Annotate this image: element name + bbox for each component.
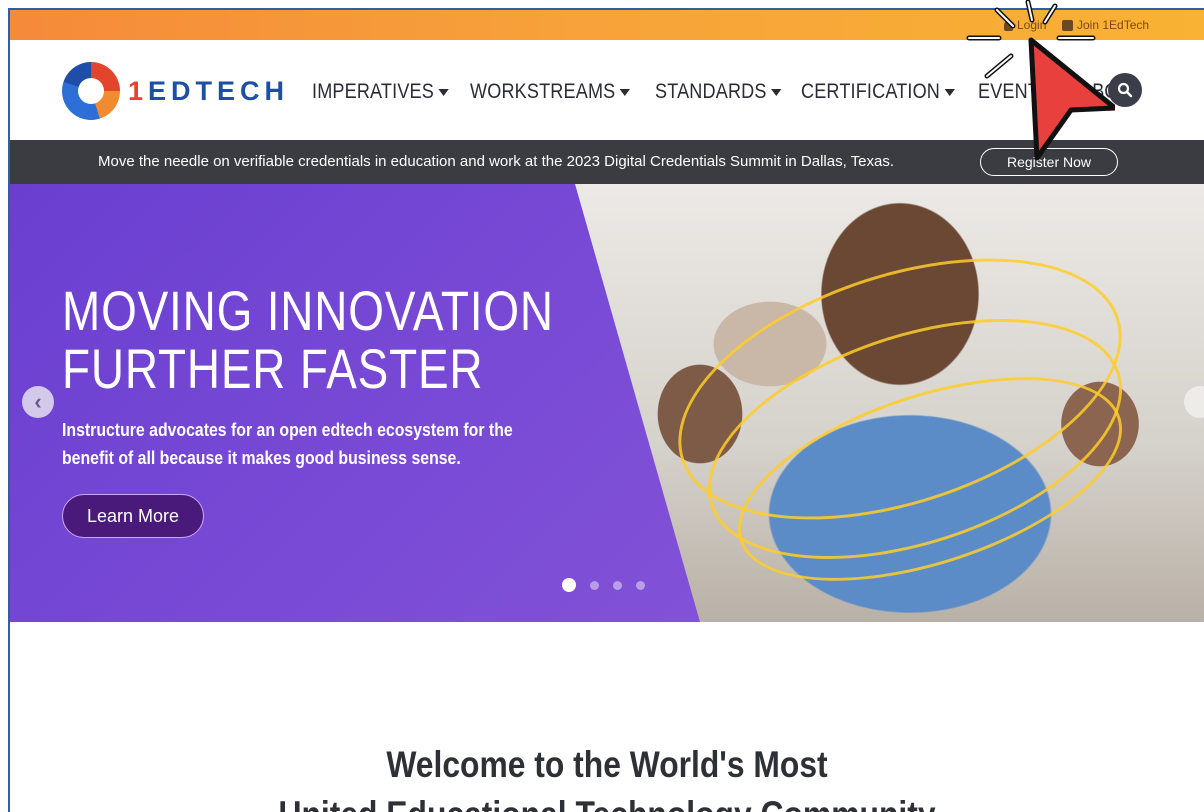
join-link[interactable]: Join 1EdTech — [1062, 18, 1149, 32]
hero-title-line2: FURTHER FASTER — [62, 337, 484, 400]
welcome-line1: Welcome to the World's Most — [386, 744, 828, 785]
search-icon — [1117, 82, 1133, 98]
person-icon — [1004, 19, 1013, 31]
carousel-dot-3[interactable] — [613, 580, 622, 590]
carousel-dots — [562, 578, 645, 592]
carousel-dot-1[interactable] — [562, 578, 576, 592]
logo-wordmark: 1 EDTECH — [128, 76, 289, 107]
join-label: Join 1EdTech — [1077, 18, 1150, 32]
nav-label: WORKSTREAMS — [469, 80, 616, 103]
logo-mark-icon — [62, 62, 120, 120]
nav-events[interactable]: EVENTS — [978, 80, 1067, 104]
welcome-heading: Welcome to the World's Most United Educa… — [94, 740, 1121, 812]
nav-label: CERTIFICATION — [800, 80, 940, 103]
hero-subtitle: Instructure advocates for an open edtech… — [62, 420, 513, 468]
nav-label: STANDARDS — [654, 80, 767, 103]
register-now-button[interactable]: Register Now — [980, 148, 1118, 176]
nav-label: IMPERATIVES — [312, 80, 434, 103]
learn-more-button[interactable]: Learn More — [62, 494, 204, 538]
welcome-line2: United Educational Technology Community — [94, 790, 1121, 812]
caret-down-icon — [619, 88, 630, 96]
nav-imperatives[interactable]: IMPERATIVES — [312, 80, 449, 104]
carousel-prev-button[interactable]: ‹ — [22, 386, 54, 418]
caret-down-icon — [943, 88, 955, 96]
hero-title-line1: MOVING INNOVATION — [62, 279, 554, 342]
caret-down-icon — [1055, 88, 1067, 96]
carousel-dot-4[interactable] — [636, 580, 645, 590]
nav-label: EVENTS — [978, 80, 1052, 103]
announcement-bar: Move the needle on verifiable credential… — [10, 140, 1204, 184]
search-button[interactable] — [1108, 73, 1142, 107]
page-frame: Login Join 1EdTech 1 EDTECH IMPERATIVES W… — [8, 8, 1204, 812]
hero-title: MOVING INNOVATION FURTHER FASTER — [62, 279, 554, 400]
logo[interactable]: 1 EDTECH — [62, 62, 289, 120]
caret-down-icon — [438, 88, 449, 96]
login-link[interactable]: Login — [1004, 18, 1046, 32]
logo-one: 1 — [128, 75, 149, 106]
utility-bar: Login Join 1EdTech — [10, 10, 1204, 40]
id-card-icon — [1062, 19, 1073, 31]
announcement-text: Move the needle on verifiable credential… — [98, 153, 894, 170]
nav-certification[interactable]: CERTIFICATION — [801, 80, 955, 104]
carousel-dot-2[interactable] — [590, 580, 599, 590]
nav-workstreams[interactable]: WORKSTREAMS — [470, 80, 630, 104]
caret-down-icon — [770, 88, 782, 96]
site-header: 1 EDTECH IMPERATIVES WORKSTREAMS STANDARD… — [10, 40, 1204, 140]
welcome-section: Welcome to the World's Most United Educa… — [10, 622, 1204, 812]
hero-carousel: MOVING INNOVATION FURTHER FASTER Instruc… — [10, 184, 1204, 622]
nav-standards[interactable]: STANDARDS — [654, 80, 782, 104]
chevron-left-icon: ‹ — [34, 389, 42, 414]
login-label: Login — [1017, 18, 1047, 32]
main-nav: IMPERATIVES WORKSTREAMS STANDARDS CERTIF… — [312, 80, 1131, 104]
logo-rest: EDTECH — [148, 75, 290, 106]
